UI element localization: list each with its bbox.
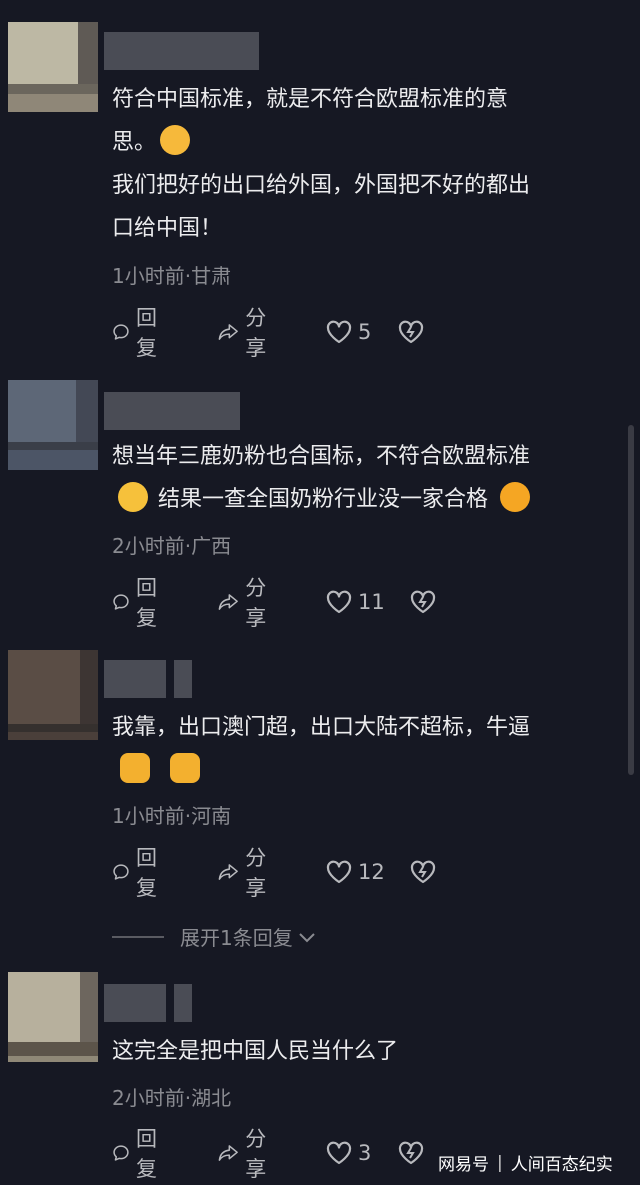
share-button[interactable]: 分享: [218, 846, 275, 900]
time-location: 1小时前·河南: [112, 804, 232, 828]
comment-icon: [113, 864, 129, 880]
avatar[interactable]: [8, 650, 98, 740]
comment-text: 符合中国标准，就是不符合欧盟标准的意 思。 我们把好的出口给外国，外国把不好的都…: [112, 87, 531, 241]
comment-text: 想当年三鹿奶粉也合国标，不符合欧盟标准 结果一查全国奶粉行业没一家合格: [112, 444, 531, 512]
time-location: 2小时前·湖北: [112, 1086, 232, 1110]
comment-icon: [113, 594, 129, 610]
avatar[interactable]: [8, 972, 98, 1062]
scrollbar[interactable]: [628, 425, 634, 775]
broken-heart-icon: [410, 860, 436, 884]
like-count: 3: [358, 1141, 372, 1165]
dislike-button[interactable]: [398, 1138, 424, 1168]
like-count: 12: [358, 860, 385, 884]
share-icon: [218, 594, 238, 610]
like-button[interactable]: 11: [326, 587, 385, 617]
dislike-button[interactable]: [410, 857, 436, 887]
like-count: 5: [358, 320, 372, 344]
reply-button[interactable]: 回复: [112, 576, 165, 630]
heart-icon: [326, 1141, 352, 1165]
share-button[interactable]: 分享: [218, 306, 275, 360]
share-button[interactable]: 分享: [218, 576, 275, 630]
shocked-emoji: [500, 482, 531, 512]
avatar[interactable]: [8, 22, 98, 112]
avatar[interactable]: [8, 380, 98, 470]
like-count: 11: [358, 590, 385, 614]
thumbs-up-emoji: [170, 753, 200, 783]
time-location: 1小时前·甘肃: [112, 264, 232, 288]
watermark-brand: 网易号: [438, 1155, 489, 1175]
comment-icon: [113, 1145, 129, 1161]
heart-icon: [326, 860, 352, 884]
expand-replies-button[interactable]: 展开1条回复: [112, 922, 317, 951]
reply-button[interactable]: 回复: [112, 846, 165, 900]
dislike-button[interactable]: [410, 587, 436, 617]
laughing-crying-emoji: [160, 125, 191, 155]
broken-heart-icon: [398, 1141, 424, 1165]
like-button[interactable]: 3: [326, 1138, 371, 1168]
divider: [112, 935, 164, 938]
reply-button[interactable]: 回复: [112, 306, 165, 360]
thinking-emoji: [118, 482, 148, 512]
time-location: 2小时前·广西: [112, 534, 232, 558]
comment-text: 我靠，出口澳门超，出口大陆不超标，牛逼: [112, 706, 617, 792]
watermark-separator: |: [497, 1152, 503, 1173]
share-icon: [218, 864, 238, 880]
thumbs-up-emoji: [120, 753, 150, 783]
heart-icon: [326, 590, 352, 614]
dislike-button[interactable]: [398, 317, 424, 347]
broken-heart-icon: [398, 320, 424, 344]
reply-button[interactable]: 回复: [112, 1127, 165, 1181]
like-button[interactable]: 12: [326, 857, 385, 887]
share-icon: [218, 324, 238, 340]
comment-text: 这完全是把中国人民当什么了: [112, 1039, 399, 1064]
chevron-down-icon: [299, 932, 315, 942]
share-icon: [218, 1145, 238, 1161]
comment-icon: [113, 324, 129, 340]
like-button[interactable]: 5: [326, 317, 371, 347]
broken-heart-icon: [410, 590, 436, 614]
share-button[interactable]: 分享: [218, 1127, 275, 1181]
heart-icon: [326, 320, 352, 344]
watermark-author: 人间百态纪实: [510, 1155, 613, 1175]
watermark: 网易号 | 人间百态纪实: [438, 1150, 613, 1176]
